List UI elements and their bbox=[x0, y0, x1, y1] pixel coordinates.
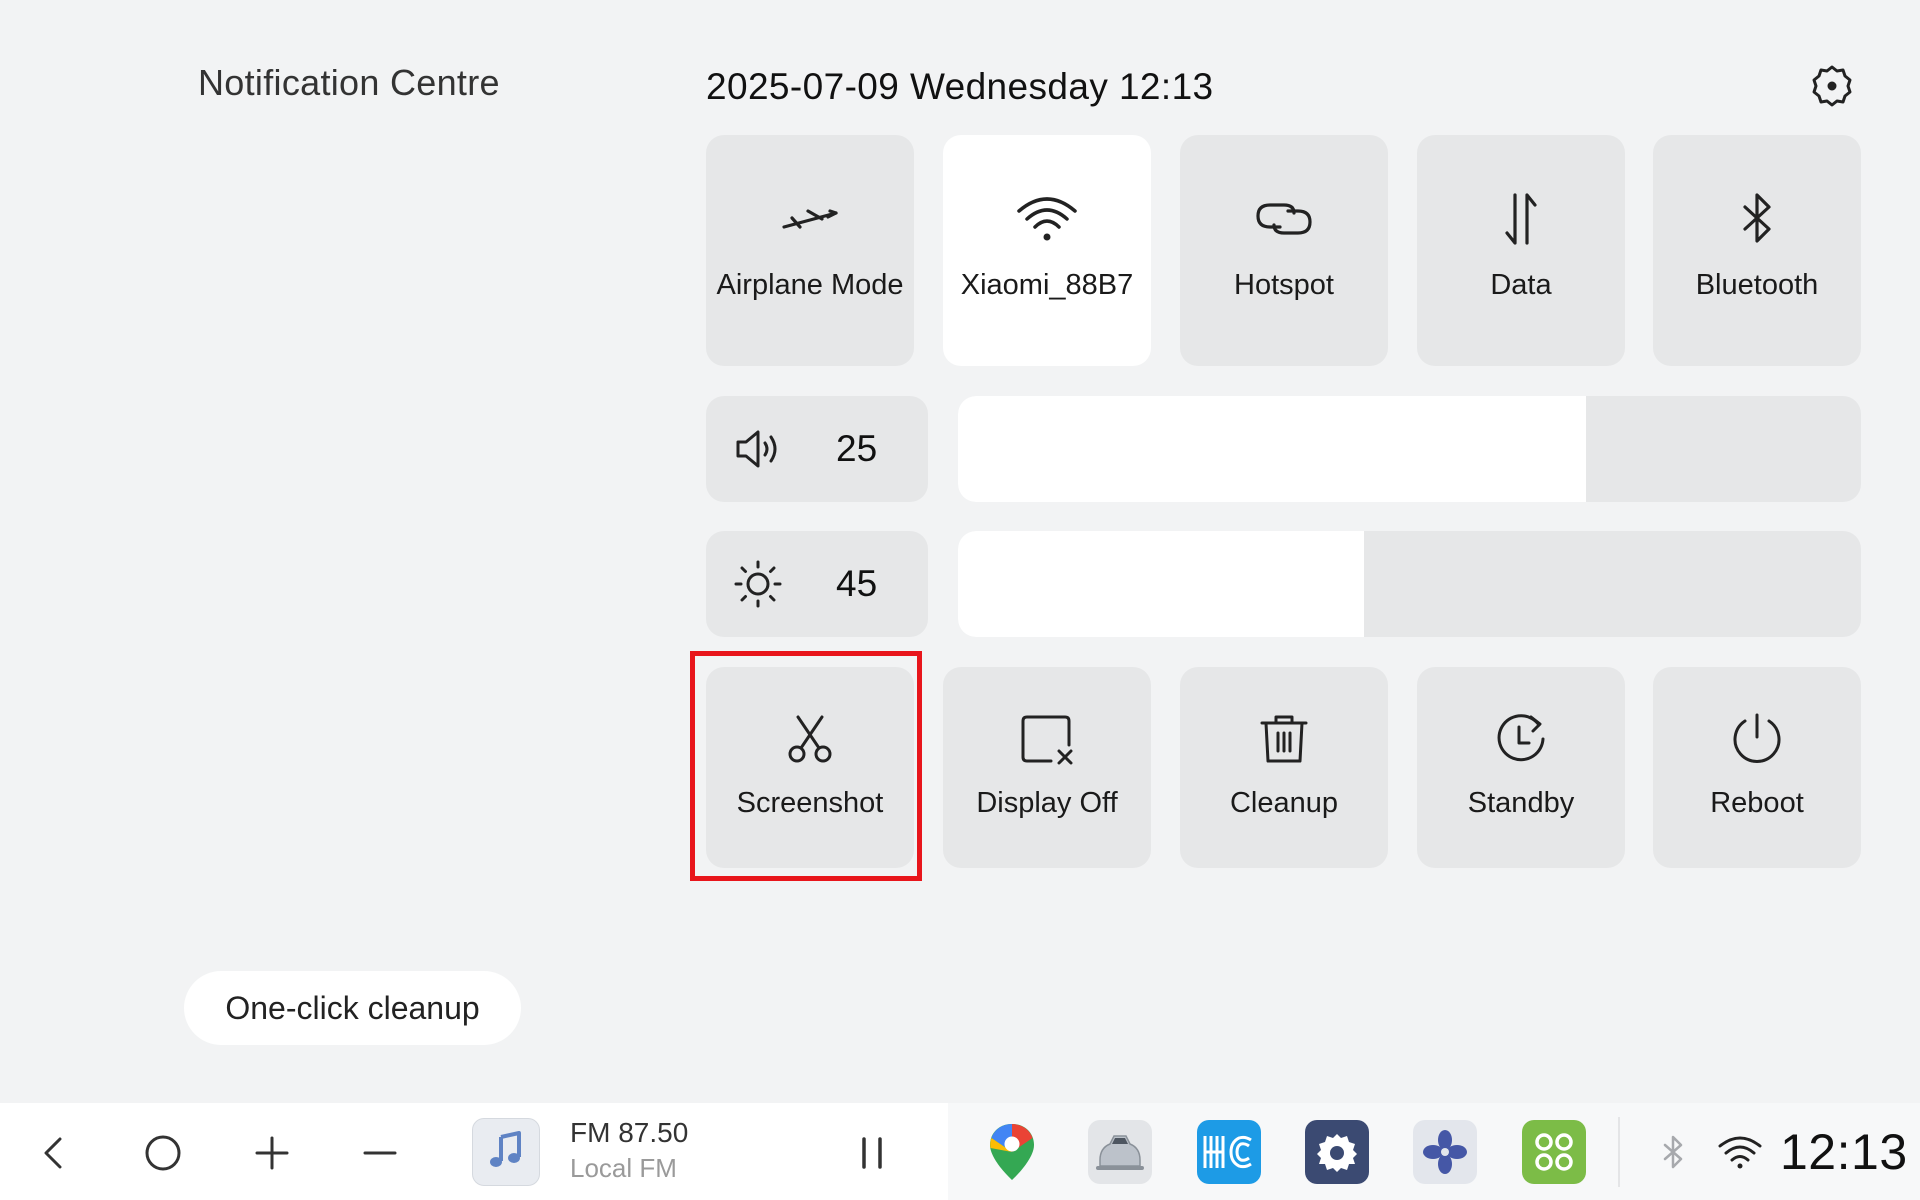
display-off-button[interactable]: Display Off bbox=[943, 667, 1151, 868]
bluetooth-status-icon bbox=[1652, 1131, 1694, 1173]
cleanup-label: Cleanup bbox=[1229, 787, 1339, 819]
hotspot-icon bbox=[1248, 183, 1320, 255]
home-icon[interactable] bbox=[135, 1125, 191, 1181]
brightness-value: 45 bbox=[836, 563, 878, 604]
car-icon[interactable] bbox=[1088, 1120, 1152, 1184]
music-note-icon bbox=[485, 1129, 527, 1176]
airplane-mode-label: Airplane Mode bbox=[716, 269, 904, 301]
wifi-label: Xiaomi_88B7 bbox=[960, 269, 1134, 301]
volume-label-box[interactable]: 25 bbox=[706, 396, 928, 502]
mobile-data-icon bbox=[1485, 183, 1557, 255]
wifi-status-icon bbox=[1716, 1131, 1764, 1173]
airplane-mode-toggle[interactable]: Airplane Mode bbox=[706, 135, 914, 366]
standby-clock-icon bbox=[1485, 703, 1557, 775]
volume-value: 25 bbox=[836, 428, 878, 469]
media-title: FM 87.50 bbox=[570, 1117, 689, 1148]
standby-label: Standby bbox=[1467, 787, 1575, 819]
reboot-label: Reboot bbox=[1710, 787, 1804, 819]
brightness-slider-fill bbox=[958, 531, 1365, 637]
app-grid-icon[interactable] bbox=[1522, 1120, 1586, 1184]
screenshot-button[interactable]: Screenshot bbox=[706, 667, 914, 868]
airplane-icon bbox=[774, 183, 846, 255]
brightness-slider[interactable] bbox=[958, 531, 1861, 637]
settings-app-icon[interactable] bbox=[1305, 1120, 1369, 1184]
wifi-toggle[interactable]: Xiaomi_88B7 bbox=[943, 135, 1151, 366]
date-time-label: 2025-07-09 Wednesday 12:13 bbox=[706, 66, 1214, 107]
speaker-icon bbox=[730, 421, 786, 477]
mobile-data-label: Data bbox=[1490, 269, 1552, 301]
bluetooth-label: Bluetooth bbox=[1695, 269, 1819, 301]
scissors-icon bbox=[774, 703, 846, 775]
hc-app-icon[interactable] bbox=[1197, 1120, 1261, 1184]
volume-slider-fill bbox=[958, 396, 1586, 502]
media-album-art[interactable] bbox=[472, 1118, 540, 1186]
hotspot-label: Hotspot bbox=[1234, 269, 1334, 301]
pause-icon[interactable] bbox=[852, 1133, 892, 1173]
minus-icon[interactable] bbox=[352, 1125, 408, 1181]
wifi-icon bbox=[1011, 183, 1083, 255]
taskbar-divider bbox=[1618, 1117, 1620, 1187]
settings-gear-icon[interactable] bbox=[1808, 62, 1856, 110]
media-subtitle: Local FM bbox=[570, 1153, 677, 1183]
standby-button[interactable]: Standby bbox=[1417, 667, 1625, 868]
reboot-button[interactable]: Reboot bbox=[1653, 667, 1861, 868]
power-icon bbox=[1721, 703, 1793, 775]
plus-icon[interactable] bbox=[244, 1125, 300, 1181]
notification-centre-title: Notification Centre bbox=[198, 62, 500, 103]
maps-icon[interactable] bbox=[980, 1120, 1044, 1184]
taskbar: FM 87.50 Local FM 12:13 bbox=[0, 1103, 1920, 1200]
volume-slider[interactable] bbox=[958, 396, 1861, 502]
bluetooth-toggle[interactable]: Bluetooth bbox=[1653, 135, 1861, 366]
display-off-icon bbox=[1011, 703, 1083, 775]
display-off-label: Display Off bbox=[976, 787, 1118, 819]
bluetooth-icon bbox=[1721, 183, 1793, 255]
screenshot-label: Screenshot bbox=[736, 787, 884, 819]
back-icon[interactable] bbox=[26, 1125, 82, 1181]
mobile-data-toggle[interactable]: Data bbox=[1417, 135, 1625, 366]
brightness-label-box[interactable]: 45 bbox=[706, 531, 928, 637]
fan-icon[interactable] bbox=[1413, 1120, 1477, 1184]
cleanup-button[interactable]: Cleanup bbox=[1180, 667, 1388, 868]
one-click-cleanup-button[interactable]: One-click cleanup bbox=[184, 971, 521, 1045]
sun-icon bbox=[730, 556, 786, 612]
hotspot-toggle[interactable]: Hotspot bbox=[1180, 135, 1388, 366]
trash-icon bbox=[1248, 703, 1320, 775]
taskbar-clock: 12:13 bbox=[1780, 1124, 1908, 1180]
